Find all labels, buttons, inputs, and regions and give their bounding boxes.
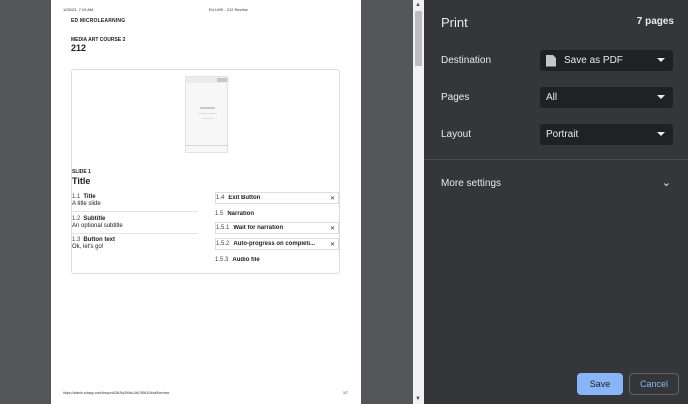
- destination-value: Save as PDF: [564, 55, 623, 66]
- option-number: 1.5.1: [216, 225, 230, 231]
- layout-value: Portrait: [546, 129, 579, 140]
- destination-select[interactable]: Save as PDF: [540, 50, 673, 71]
- option-wait-for-narration: 1.5.1 Wait for narration ✕: [215, 222, 339, 234]
- thumbnail-line: [198, 113, 217, 114]
- layout-select[interactable]: Portrait: [540, 124, 673, 145]
- close-icon: ✕: [329, 242, 335, 248]
- field-name: Subtitle: [83, 216, 106, 222]
- field-divider: [72, 211, 198, 212]
- thumbnail-line: [200, 107, 215, 109]
- scroll-up-arrow-icon[interactable]: ▲: [415, 2, 421, 8]
- pages-select[interactable]: All: [540, 87, 673, 108]
- brand-name: ED MICROLEARNING: [71, 18, 126, 24]
- course-id: 212: [71, 43, 87, 53]
- print-dialog: 1/25/23, 7:19 AM Ed LMS - 212 Review ED …: [0, 0, 688, 404]
- option-name: Narration: [227, 211, 255, 217]
- page-count: 7 pages: [636, 16, 674, 27]
- field-name: Title: [83, 194, 96, 200]
- pages-label: Pages: [441, 92, 470, 103]
- option-number: 1.5: [215, 211, 224, 217]
- slide-label: SLIDE 1: [72, 169, 91, 175]
- thumbnail-button: [217, 78, 227, 82]
- preview-scrollbar[interactable]: ▲ ▼: [413, 0, 424, 404]
- field-subtitle: 1.2 Subtitle An optional subtitle: [72, 216, 198, 229]
- chevron-down-icon[interactable]: ⌄: [662, 176, 671, 189]
- scrollbar-thumb[interactable]: [415, 11, 422, 66]
- slide-thumbnail: [185, 76, 229, 153]
- field-title: 1.1 Title A title slide: [72, 194, 198, 207]
- close-icon: ✕: [329, 196, 335, 202]
- chevron-down-icon: [657, 132, 665, 136]
- print-preview-area: 1/25/23, 7:19 AM Ed LMS - 212 Review ED …: [0, 0, 413, 404]
- print-settings-panel: Print 7 pages Destination Save as PDF Pa…: [424, 0, 688, 404]
- option-number: 1.4: [216, 195, 225, 201]
- cancel-button[interactable]: Cancel: [629, 373, 679, 395]
- field-number: 1.2: [72, 216, 81, 222]
- option-name: Auto-progress on completi...: [233, 241, 316, 247]
- print-title: Print: [441, 15, 468, 30]
- option-exit-button: 1.4 Exit Button ✕: [215, 192, 339, 204]
- pages-value: All: [546, 92, 558, 103]
- page-footer-url: https://admin.edapp.com/lesson/63b2fa269…: [63, 391, 170, 395]
- chevron-down-icon: [657, 58, 665, 62]
- option-narration: 1.5 Narration: [215, 208, 339, 220]
- destination-label: Destination: [441, 55, 492, 66]
- save-button[interactable]: Save: [577, 373, 623, 395]
- option-name: Audio file: [232, 257, 260, 263]
- page-footer-number: 1/7: [343, 391, 348, 395]
- thumbnail-footer: [186, 145, 229, 146]
- thumbnail-line: [202, 118, 213, 119]
- preview-page: 1/25/23, 7:19 AM Ed LMS - 212 Review ED …: [51, 0, 361, 404]
- more-settings-toggle[interactable]: More settings: [441, 178, 501, 189]
- scroll-down-arrow-icon[interactable]: ▼: [415, 396, 421, 402]
- field-value: A title slide: [72, 201, 101, 207]
- field-value: Ok, let's go!: [72, 244, 104, 250]
- layout-label: Layout: [441, 129, 472, 140]
- field-name: Button text: [83, 237, 116, 243]
- field-divider: [72, 233, 198, 234]
- document-icon: [546, 54, 556, 67]
- option-name: Wait for narration: [233, 225, 284, 231]
- option-number: 1.5.3: [215, 257, 229, 263]
- slide-title: Title: [72, 176, 91, 186]
- thumbnail-toolbar: [186, 77, 229, 83]
- slide-card: SLIDE 1 Title 1.1 Title A title slide 1.2…: [71, 69, 340, 274]
- field-button-text: 1.3 Button text Ok, let's go!: [72, 237, 198, 250]
- option-number: 1.5.2: [216, 241, 230, 247]
- field-value: An optional subtitle: [72, 223, 123, 229]
- chevron-down-icon: [657, 95, 665, 99]
- field-number: 1.3: [72, 237, 81, 243]
- page-header-date: 1/25/23, 7:19 AM: [63, 7, 94, 12]
- option-name: Exit Button: [228, 195, 261, 201]
- close-icon: ✕: [329, 226, 335, 232]
- field-number: 1.1: [72, 194, 81, 200]
- page-header-title: Ed LMS - 212 Review: [209, 7, 248, 12]
- option-audio-file: 1.5.3 Audio file: [215, 254, 339, 266]
- panel-divider: [424, 159, 688, 160]
- option-auto-progress: 1.5.2 Auto-progress on completi... ✕: [215, 238, 339, 250]
